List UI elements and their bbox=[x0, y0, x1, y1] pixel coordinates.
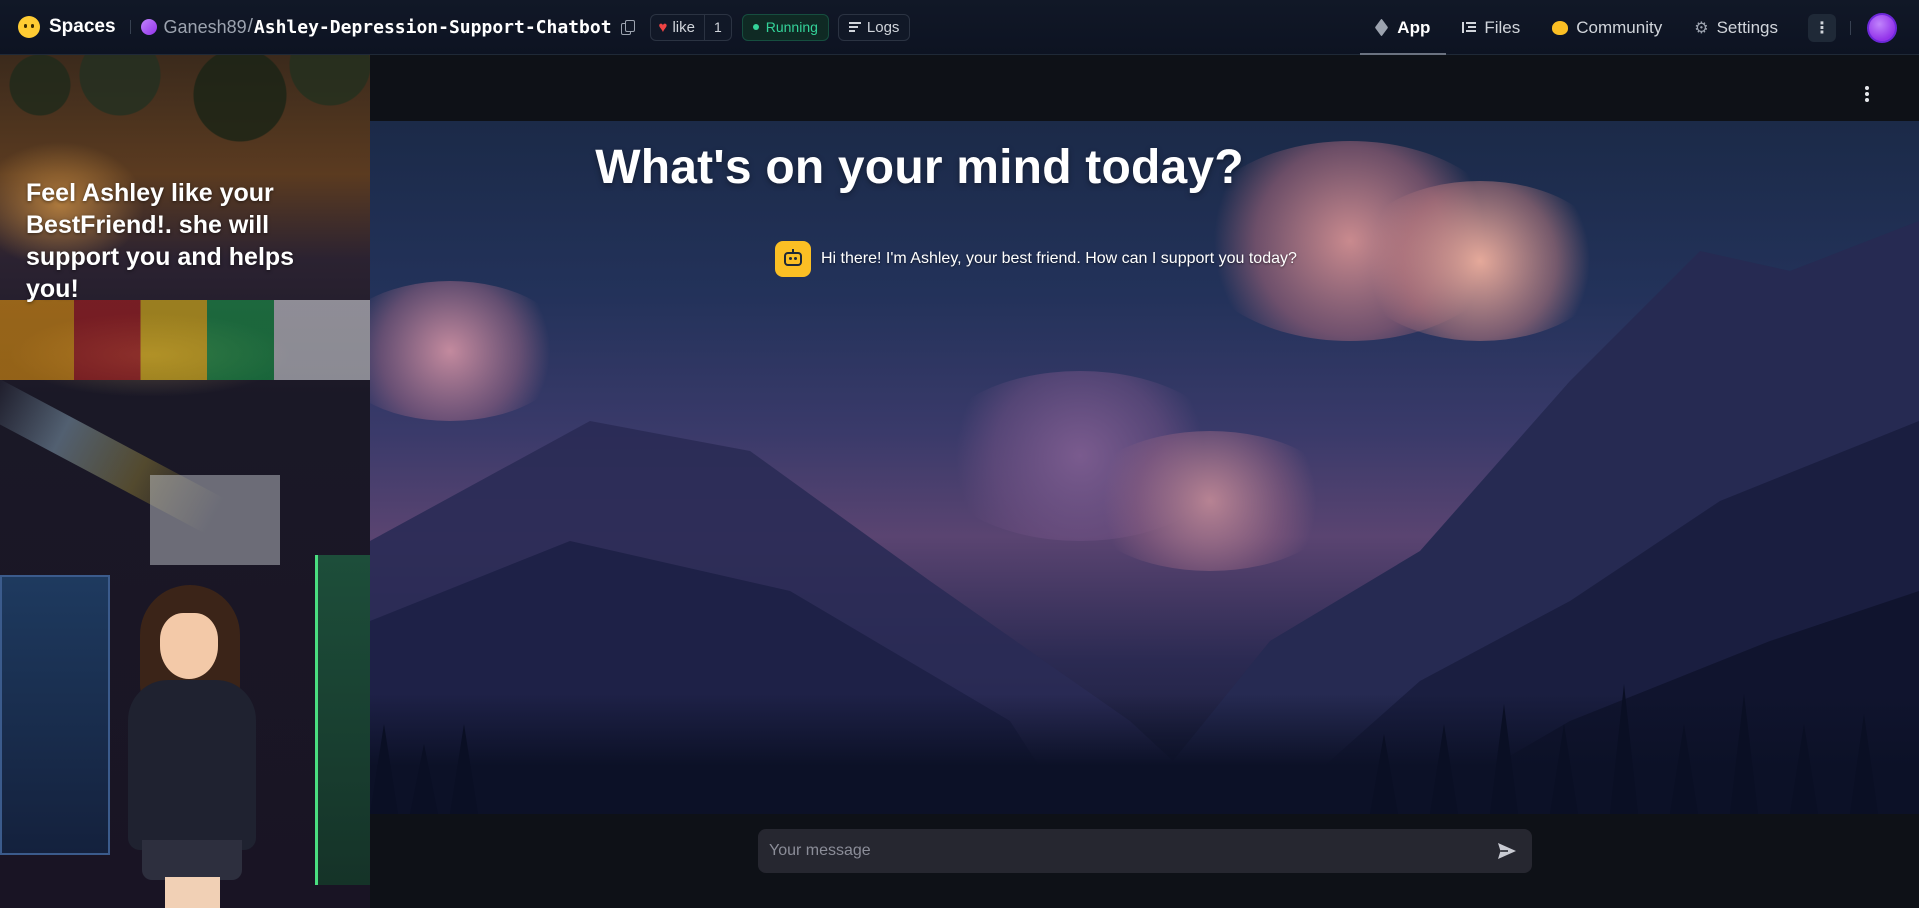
bot-icon bbox=[775, 241, 811, 277]
spaces-label: Spaces bbox=[49, 16, 116, 37]
spaces-brand-link[interactable]: Spaces bbox=[18, 16, 116, 38]
tab-files-label: Files bbox=[1484, 17, 1521, 37]
owner-link[interactable]: Ganesh89 bbox=[164, 17, 247, 38]
status-badge[interactable]: Running bbox=[741, 13, 829, 41]
files-icon bbox=[1462, 22, 1477, 33]
chat-input-container bbox=[758, 829, 1532, 873]
cube-icon bbox=[1375, 18, 1389, 37]
path-separator: / bbox=[247, 16, 253, 37]
heart-icon: ♥ bbox=[658, 18, 668, 36]
anime-girl-illustration bbox=[120, 585, 270, 908]
tab-files[interactable]: Files bbox=[1446, 0, 1536, 55]
sidebar: Feel Ashley like your BestFriend!. she w… bbox=[0, 55, 370, 908]
space-app-frame: Feel Ashley like your BestFriend!. she w… bbox=[0, 55, 1919, 908]
main-header bbox=[370, 55, 1919, 121]
vending-machine-decoration bbox=[315, 555, 370, 885]
logs-icon bbox=[848, 22, 861, 32]
chat-input-area bbox=[370, 814, 1919, 908]
community-icon bbox=[1552, 20, 1569, 35]
status-label: Running bbox=[765, 19, 818, 35]
sidebar-background-image bbox=[0, 55, 370, 175]
status-dot-icon bbox=[752, 24, 759, 30]
logs-label: Logs bbox=[866, 18, 900, 36]
chat-message-assistant: Hi there! I'm Ashley, your best friend. … bbox=[775, 241, 1297, 277]
chat-message-text: Hi there! I'm Ashley, your best friend. … bbox=[821, 250, 1297, 267]
background-landscape-image bbox=[370, 121, 1919, 814]
divider bbox=[1850, 20, 1851, 35]
send-button[interactable] bbox=[1487, 831, 1527, 871]
hugging-face-logo-icon bbox=[18, 16, 40, 38]
tab-community-label: Community bbox=[1576, 17, 1663, 37]
vending-machine-decoration bbox=[0, 575, 110, 855]
repo-name-link[interactable]: Ashley-Depression-Support-Chatbot bbox=[254, 17, 612, 38]
tab-settings[interactable]: ⚙ Settings bbox=[1678, 0, 1794, 55]
more-vertical-icon: ⋮ bbox=[1814, 19, 1830, 37]
owner-avatar-icon bbox=[140, 19, 157, 35]
divider bbox=[129, 20, 131, 34]
sidebar-tagline: Feel Ashley like your BestFriend!. she w… bbox=[26, 179, 295, 303]
more-options-button[interactable]: ⋮ bbox=[1808, 13, 1836, 42]
like-label: like bbox=[672, 18, 695, 36]
like-count[interactable]: 1 bbox=[703, 14, 731, 40]
page-title-text: What's on your mind today? bbox=[595, 141, 1244, 194]
page-title: What's on your mind today? bbox=[370, 140, 1919, 195]
space-nav: App Files Community ⚙ Settings ⋮ bbox=[1360, 0, 1919, 55]
logs-button[interactable]: Logs bbox=[837, 13, 911, 41]
gear-icon: ⚙ bbox=[1694, 19, 1709, 37]
tab-app[interactable]: App bbox=[1360, 0, 1447, 55]
main-menu-icon[interactable] bbox=[1865, 86, 1869, 102]
copy-icon[interactable] bbox=[620, 20, 635, 35]
message-input[interactable] bbox=[759, 830, 1487, 872]
send-icon bbox=[1498, 843, 1516, 859]
user-avatar[interactable] bbox=[1867, 12, 1897, 43]
tab-community[interactable]: Community bbox=[1536, 0, 1678, 55]
treeline-decoration bbox=[370, 684, 1919, 814]
tab-settings-label: Settings bbox=[1716, 17, 1778, 37]
tab-app-label: App bbox=[1397, 17, 1431, 37]
awning-decoration bbox=[0, 300, 370, 380]
like-button[interactable]: ♥ like 1 bbox=[649, 13, 732, 41]
poster-decoration bbox=[150, 475, 280, 565]
hf-top-bar: Spaces Ganesh89 / Ashley-Depression-Supp… bbox=[0, 0, 1919, 55]
